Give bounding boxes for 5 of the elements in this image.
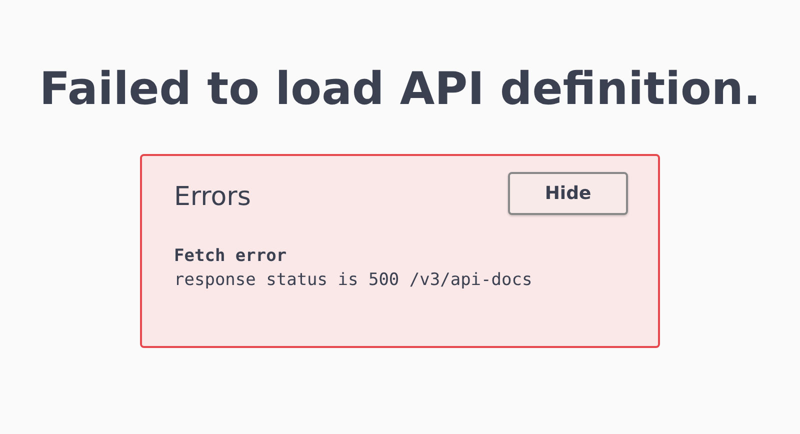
- error-source: Fetch error: [174, 245, 288, 268]
- errors-heading: Errors: [174, 182, 251, 212]
- page-title: Failed to load API definition.: [39, 62, 761, 116]
- error-message: response status is 500 /v3/api-docs: [174, 269, 534, 292]
- hide-button[interactable]: Hide: [508, 172, 628, 215]
